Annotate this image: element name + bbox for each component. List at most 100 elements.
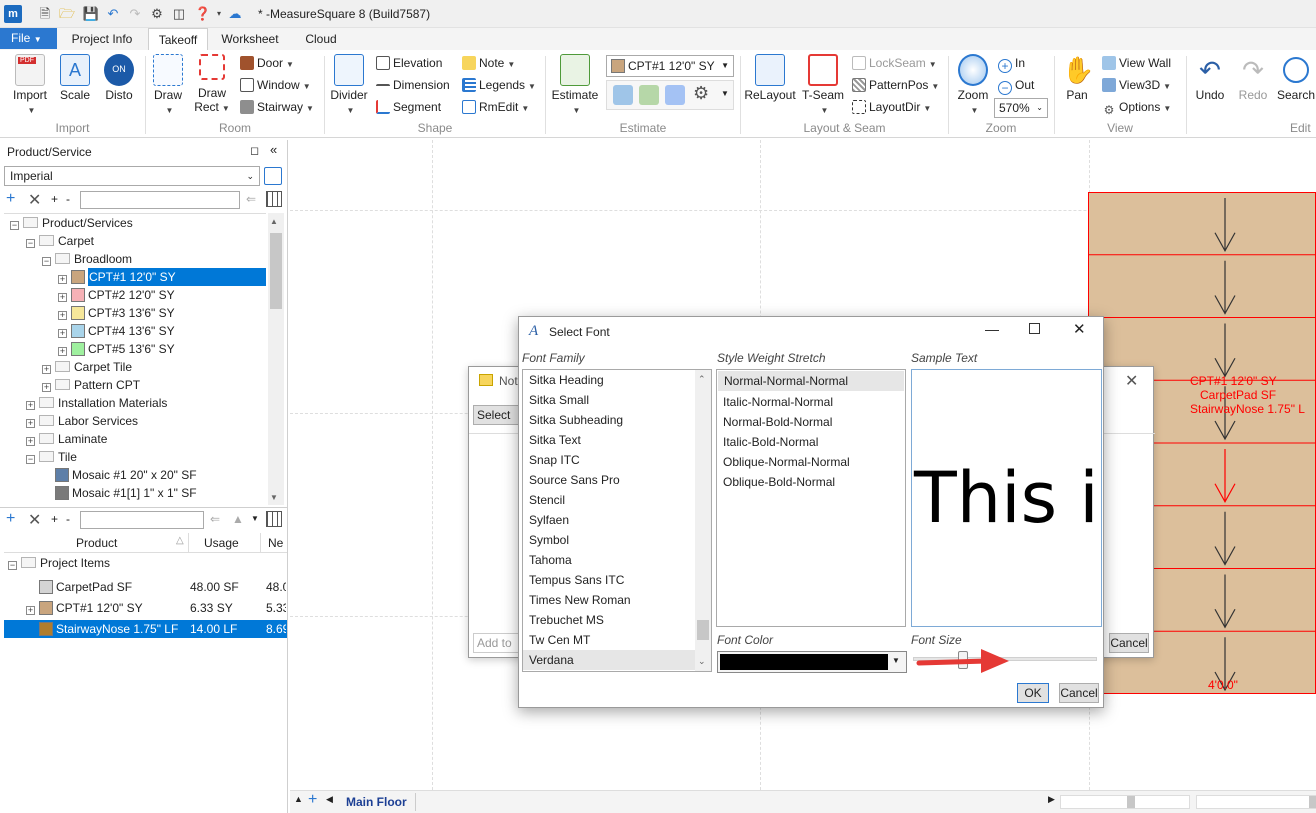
product-search-input[interactable] (80, 191, 240, 209)
product-selector-dropdown[interactable]: CPT#1 12'0" SY ▼ (606, 55, 734, 77)
tree-item[interactable]: + Carpet Tile (4, 358, 266, 376)
panel-collapse-icon[interactable]: « (270, 142, 277, 157)
expand-icon[interactable]: + (26, 437, 35, 446)
project-items-group[interactable]: − Project Items (8, 554, 110, 572)
scroll-down-icon[interactable]: ⌄ (698, 656, 706, 667)
scrollbar-thumb[interactable] (1309, 796, 1316, 808)
estimate-tool-icon[interactable] (613, 85, 633, 105)
tab-takeoff[interactable]: Takeoff (148, 28, 208, 50)
app-logo[interactable]: m (4, 5, 22, 23)
segment-button[interactable]: Segment (376, 97, 441, 117)
estimate-tool-icon[interactable] (665, 85, 685, 105)
expand-icon[interactable]: + (58, 329, 67, 338)
expand-items-icon[interactable]: + (51, 512, 58, 526)
dimension-button[interactable]: Dimension (376, 75, 450, 95)
add-item-icon[interactable]: + (6, 510, 15, 528)
save-icon[interactable]: 💾 (82, 5, 100, 23)
minimize-icon[interactable]: — (985, 321, 999, 337)
column-header-product[interactable]: Product (76, 536, 117, 550)
column-header-usage[interactable]: Usage (204, 536, 239, 550)
note-cancel-button[interactable]: Cancel (1109, 633, 1149, 653)
add-icon[interactable]: + (6, 190, 15, 208)
tree-item[interactable]: + CPT#1 12'0" SY (4, 268, 266, 286)
scrollbar-thumb[interactable] (697, 620, 709, 640)
tree-scrollbar[interactable]: ▲ ▼ (268, 213, 284, 505)
undo-qat-icon[interactable]: ↶ (104, 5, 122, 23)
style-item[interactable]: Oblique-Normal-Normal (717, 452, 905, 472)
font-cancel-button[interactable]: Cancel (1059, 683, 1099, 703)
draw-rect-button[interactable]: Draw Rect ▼ (192, 54, 232, 116)
disto-button[interactable]: ON Disto (100, 54, 138, 116)
collapse-icon[interactable]: − (10, 221, 19, 230)
tseam-button[interactable]: T-Seam ▼ (800, 54, 846, 116)
tab-cloud[interactable]: Cloud (294, 28, 348, 50)
add-floor-icon[interactable]: + (308, 791, 317, 809)
scroll-down-icon[interactable]: ▼ (270, 493, 278, 502)
style-item[interactable]: Normal-Normal-Normal (718, 371, 904, 391)
collapse-icon[interactable]: − (26, 455, 35, 464)
tree-item[interactable]: + Laminate (4, 430, 266, 448)
note-button[interactable]: Note ▼ (462, 53, 515, 73)
tree-item[interactable]: + CPT#5 13'6" SY (4, 340, 266, 358)
zoom-scrollbar[interactable] (1196, 795, 1316, 809)
table-row[interactable]: CarpetPad SF 48.00 SF 48.0 (4, 578, 287, 596)
unit-system-select[interactable]: Imperial ⌄ (4, 166, 260, 186)
stairway-button[interactable]: Stairway ▼ (240, 97, 314, 117)
item-back-icon[interactable]: ⇐ (210, 512, 220, 526)
divider-button[interactable]: Divider ▼ (328, 54, 370, 116)
horizontal-scrollbar[interactable] (1060, 795, 1190, 809)
database-icon[interactable]: ◫ (170, 5, 188, 23)
style-item[interactable]: Italic-Normal-Normal (717, 392, 905, 412)
scroll-up-icon[interactable]: ▲ (270, 217, 278, 226)
style-item[interactable]: Oblique-Bold-Normal (717, 472, 905, 492)
settings-gear-icon[interactable]: ⚙ (148, 5, 166, 23)
scrollbar-thumb[interactable] (1127, 796, 1135, 808)
door-button[interactable]: Door ▼ (240, 53, 294, 73)
grid-view-icon[interactable] (266, 191, 282, 207)
font-color-picker[interactable]: ▼ (717, 651, 907, 673)
search-back-icon[interactable]: ⇐ (246, 192, 256, 206)
items-grid-icon[interactable] (266, 511, 282, 527)
collapse-items-icon[interactable]: - (66, 512, 70, 526)
close-icon[interactable]: ✕ (1125, 371, 1138, 391)
floor-up-icon[interactable]: ▲ (294, 794, 303, 804)
family-scrollbar[interactable]: ⌃ ⌄ (695, 370, 711, 671)
tree-item[interactable]: + CPT#2 12'0" SY (4, 286, 266, 304)
font-family-item[interactable]: Sitka Subheading (523, 410, 695, 430)
tree-item[interactable]: Mosaic #1[1] 1" x 1" SF (4, 484, 266, 502)
warning-dropdown-icon[interactable]: ▼ (251, 514, 259, 523)
style-item[interactable]: Italic-Bold-Normal (717, 432, 905, 452)
new-file-icon[interactable]: 🗎 (36, 5, 54, 23)
collapse-icon[interactable]: − (42, 257, 51, 266)
warning-icon[interactable]: ▲ (232, 512, 244, 526)
redo-button[interactable]: ↷ Redo (1234, 54, 1272, 116)
tab-worksheet[interactable]: Worksheet (214, 28, 286, 50)
font-family-item[interactable]: Sitka Text (523, 430, 695, 450)
font-family-item[interactable]: Verdana (523, 650, 695, 670)
tab-main-floor[interactable]: Main Floor (346, 795, 407, 809)
zoom-button[interactable]: Zoom ▼ (952, 54, 994, 116)
view-wall-button[interactable]: View Wall (1102, 53, 1171, 73)
tree-item[interactable]: + CPT#4 13'6" SY (4, 322, 266, 340)
font-family-item[interactable]: Trebuchet MS (523, 610, 695, 630)
search-button[interactable]: Search (1276, 54, 1316, 116)
tree-item[interactable]: − Broadloom (4, 250, 266, 268)
font-family-item[interactable]: Stencil (523, 490, 695, 510)
collapse-icon[interactable]: − (26, 239, 35, 248)
tab-project-info[interactable]: Project Info (62, 28, 142, 50)
expand-icon[interactable]: + (42, 365, 51, 374)
undo-button[interactable]: ↶ Undo (1190, 54, 1230, 116)
legends-button[interactable]: Legends ▼ (462, 75, 536, 95)
scale-button[interactable]: A Scale (56, 54, 94, 116)
style-item[interactable]: Normal-Bold-Normal (717, 412, 905, 432)
estimate-tool-icon[interactable] (639, 85, 659, 105)
redo-qat-icon[interactable]: ↷ (126, 5, 144, 23)
estimate-settings-gear-icon[interactable]: ⚙ (693, 83, 709, 104)
pan-button[interactable]: ✋ Pan (1058, 54, 1096, 116)
tree-item[interactable]: − Product/Services (4, 214, 266, 232)
expand-icon[interactable]: + (26, 401, 35, 410)
tree-item[interactable]: − Carpet (4, 232, 266, 250)
scrollbar-thumb[interactable] (270, 233, 282, 309)
expand-icon[interactable]: + (58, 311, 67, 320)
font-family-item[interactable]: Tw Cen MT (523, 630, 695, 650)
